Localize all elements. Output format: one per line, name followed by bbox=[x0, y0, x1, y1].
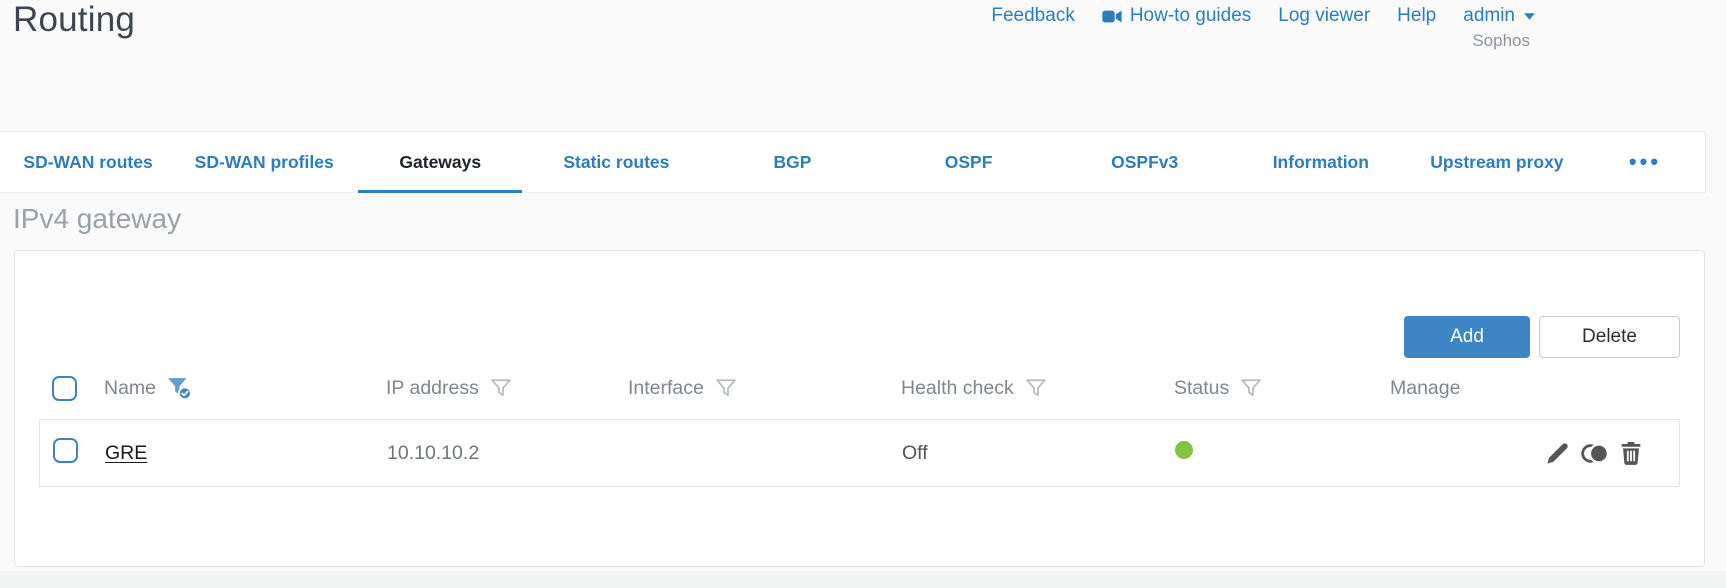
column-header-health-check: Health check bbox=[901, 377, 1014, 399]
table-row: GRE 10.10.10.2 Off bbox=[39, 419, 1680, 487]
gateway-table-card: Add Delete Name IP address Interface Hea… bbox=[14, 250, 1705, 567]
tab-gateways[interactable]: Gateways bbox=[352, 132, 528, 193]
table-toolbar: Add Delete bbox=[39, 316, 1680, 358]
tab-information[interactable]: Information bbox=[1233, 132, 1409, 192]
column-header-status: Status bbox=[1174, 377, 1230, 399]
help-label: Help bbox=[1397, 5, 1437, 26]
edit-pencil-icon[interactable] bbox=[1546, 441, 1570, 465]
admin-menu[interactable]: admin bbox=[1463, 5, 1536, 27]
section-title: IPv4 gateway bbox=[13, 203, 182, 234]
tab-ospf[interactable]: OSPF bbox=[881, 132, 1057, 192]
gateway-ip: 10.10.10.2 bbox=[387, 441, 480, 464]
tab-more-ellipsis[interactable]: ••• bbox=[1585, 132, 1705, 192]
column-header-interface: Interface bbox=[628, 377, 704, 399]
manage-actions bbox=[1391, 441, 1679, 466]
top-nav: Feedback How-to guides Log viewer Help a… bbox=[991, 5, 1536, 27]
gateway-name-link[interactable]: GRE bbox=[105, 442, 147, 464]
funnel-icon[interactable] bbox=[1025, 378, 1047, 399]
column-header-ip: IP address bbox=[386, 377, 479, 399]
column-header-manage: Manage bbox=[1390, 377, 1461, 399]
brand-label: Sophos bbox=[1472, 31, 1530, 50]
admin-label: admin bbox=[1463, 5, 1515, 26]
video-camera-icon bbox=[1102, 9, 1122, 24]
tab-sdwan-profiles[interactable]: SD-WAN profiles bbox=[176, 132, 352, 192]
log-viewer-link[interactable]: Log viewer bbox=[1278, 5, 1370, 27]
tab-sdwan-routes[interactable]: SD-WAN routes bbox=[0, 132, 176, 192]
tab-ospfv3[interactable]: OSPFv3 bbox=[1057, 132, 1233, 192]
page-title: Routing bbox=[13, 0, 136, 39]
help-link[interactable]: Help bbox=[1397, 5, 1436, 27]
tab-bar: SD-WAN routes SD-WAN profiles Gateways S… bbox=[0, 131, 1706, 193]
add-button[interactable]: Add bbox=[1404, 316, 1530, 358]
howto-guides-label: How-to guides bbox=[1129, 5, 1252, 26]
page-header: Routing Feedback How-to guides Log viewe… bbox=[0, 0, 1726, 131]
table-header-row: Name IP address Interface Health check S… bbox=[39, 358, 1680, 419]
feedback-label: Feedback bbox=[991, 5, 1075, 26]
trash-icon[interactable] bbox=[1620, 441, 1642, 466]
column-header-name: Name bbox=[104, 377, 157, 399]
clone-icon[interactable] bbox=[1581, 442, 1609, 465]
funnel-icon[interactable] bbox=[490, 378, 512, 399]
tab-static-routes[interactable]: Static routes bbox=[528, 132, 704, 192]
tab-bgp[interactable]: BGP bbox=[704, 132, 880, 192]
tab-upstream-proxy[interactable]: Upstream proxy bbox=[1409, 132, 1585, 192]
delete-button[interactable]: Delete bbox=[1539, 316, 1680, 358]
howto-guides-link[interactable]: How-to guides bbox=[1102, 5, 1251, 27]
gateway-health-check: Off bbox=[902, 441, 928, 464]
page-bottom-band bbox=[0, 571, 1726, 588]
row-checkbox[interactable] bbox=[53, 437, 78, 463]
caret-down-icon bbox=[1523, 12, 1536, 21]
funnel-icon[interactable] bbox=[1240, 378, 1262, 399]
funnel-check-icon[interactable] bbox=[167, 377, 193, 401]
feedback-link[interactable]: Feedback bbox=[991, 5, 1074, 27]
log-viewer-label: Log viewer bbox=[1278, 5, 1371, 26]
status-dot bbox=[1175, 441, 1193, 459]
funnel-icon[interactable] bbox=[715, 378, 737, 399]
select-all-checkbox[interactable] bbox=[52, 376, 77, 401]
